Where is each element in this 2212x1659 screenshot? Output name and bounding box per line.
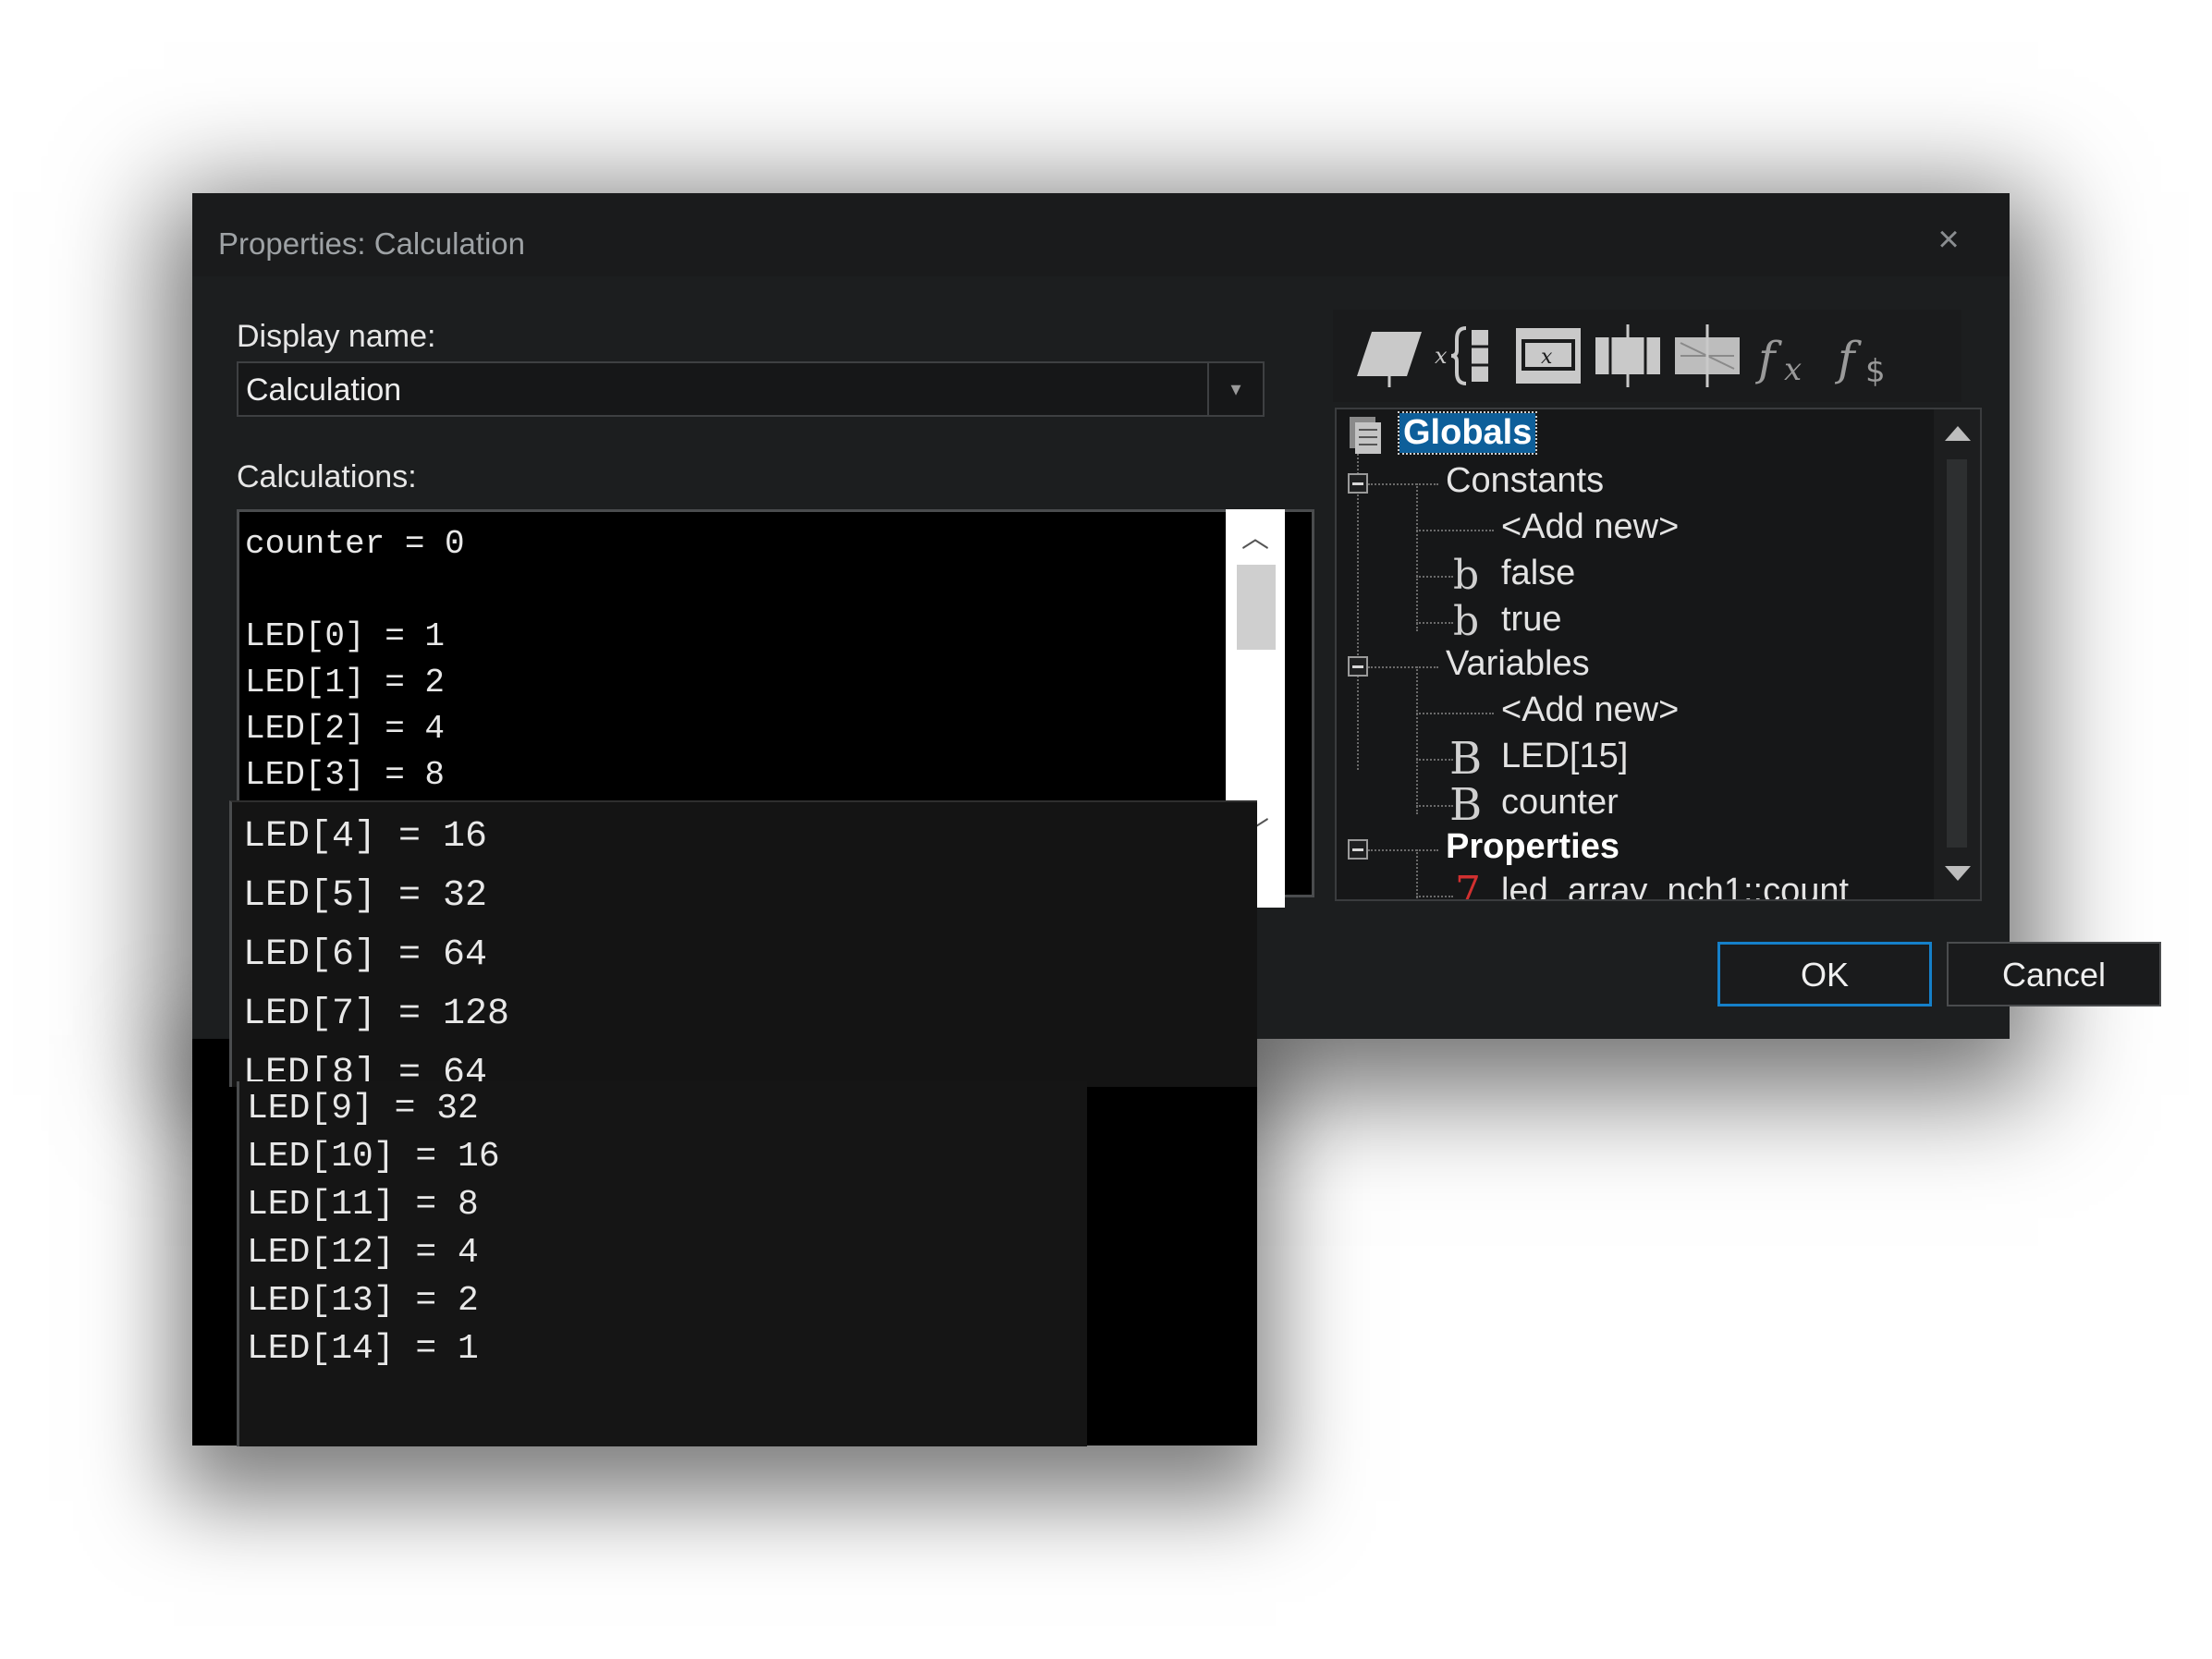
collapse-icon[interactable] [1348,473,1368,494]
calculations-code-bottom[interactable]: LED[9] = 32 LED[10] = 16 LED[11] = 8 LED… [247,1085,500,1373]
expression-toolbar: x x fx f $ [1333,310,1961,402]
scroll-up-icon[interactable] [1945,426,1971,441]
cancel-button[interactable]: Cancel [1947,942,2161,1006]
display-name-value[interactable]: Calculation [246,372,401,409]
tree-connector [1416,805,1453,807]
scroll-down-icon[interactable] [1945,866,1971,881]
tree-item-property[interactable]: led_array_nch1::count [1501,872,1849,899]
calculations-editor-lower[interactable]: LED[9] = 32 LED[10] = 16 LED[11] = 8 LED… [237,1081,1087,1446]
globals-icon [1348,415,1385,456]
tree-item-const-true[interactable]: true [1501,600,1561,640]
tree-connector [1416,576,1453,578]
scroll-thumb[interactable] [1947,459,1967,848]
globals-tree[interactable]: Globals Constants <Add new> b false b tr… [1335,408,1982,901]
svg-text:x: x [1784,351,1802,388]
properties-dialog: Properties: Calculation × Display name: … [192,193,2161,1446]
svg-text:f: f [1834,332,1862,385]
parallelogram-icon[interactable] [1353,323,1425,389]
svg-text:$: $ [1865,353,1886,389]
fx-function-icon[interactable]: fx [1751,323,1823,389]
tree-connector [1416,849,1418,899]
calculations-label: Calculations: [237,459,417,494]
svg-text:x: x [1435,343,1448,369]
collapse-icon[interactable] [1348,656,1368,677]
expression-box-icon[interactable]: x [1512,323,1584,389]
tree-connector [1368,666,1438,668]
chevron-down-icon[interactable]: ▾ [1207,363,1263,415]
tree-item-globals[interactable]: Globals [1397,411,1538,455]
title-bar: Properties: Calculation × [192,193,2010,276]
byte-icon: B [1449,733,1483,785]
display-name-combobox[interactable]: Calculation ▾ [237,361,1265,417]
tree-connector [1416,622,1453,624]
boolean-icon: b [1453,598,1480,645]
tree-connector [1416,483,1418,631]
tree-item-variables-add-new[interactable]: <Add new> [1501,690,1679,730]
tree-connector [1416,759,1453,761]
tree-item-var-counter[interactable]: counter [1501,783,1619,823]
byte-icon: B [1449,779,1483,831]
split-column-icon[interactable] [1671,323,1743,389]
tree-connector [1368,849,1438,851]
scroll-up-icon[interactable]: ︿ [1226,520,1285,557]
scroll-thumb[interactable] [1237,565,1276,650]
ok-button[interactable]: OK [1717,942,1932,1006]
calculations-editor-zoomed[interactable]: LED[4] = 16 LED[5] = 32 LED[6] = 64 LED[… [229,800,1257,1087]
collapse-icon[interactable] [1348,839,1368,860]
tree-connector [1368,483,1438,485]
tree-item-var-led[interactable]: LED[15] [1501,737,1628,776]
display-name-label: Display name: [237,319,436,354]
variable-brace-icon[interactable]: x [1433,323,1505,389]
tree-item-constants[interactable]: Constants [1446,461,1604,501]
boolean-icon: b [1453,552,1480,599]
column-icon[interactable] [1592,323,1664,389]
svg-text:f: f [1754,332,1782,385]
tree-connector [1416,713,1494,714]
tree-item-variables[interactable]: Variables [1446,644,1590,684]
calculations-code-top[interactable]: counter = 0 LED[0] = 1 LED[1] = 2 LED[2]… [245,521,465,799]
tree-connector [1416,530,1494,531]
tree-item-properties[interactable]: Properties [1446,827,1619,867]
tree-scrollbar[interactable] [1934,409,1980,899]
calculations-code-middle[interactable]: LED[4] = 16 LED[5] = 32 LED[6] = 64 LED[… [243,808,509,1087]
close-icon[interactable]: × [1932,221,1965,258]
tree-item-constants-add-new[interactable]: <Add new> [1501,507,1679,547]
string-function-icon[interactable]: f $ [1830,323,1902,390]
tree-connector [1416,896,1453,897]
tree-connector [1416,666,1418,814]
tree-connector [1357,450,1359,770]
property-icon: 7 [1455,868,1481,901]
tree-item-const-false[interactable]: false [1501,554,1575,593]
dialog-title: Properties: Calculation [218,226,525,261]
svg-text:x: x [1541,346,1553,369]
